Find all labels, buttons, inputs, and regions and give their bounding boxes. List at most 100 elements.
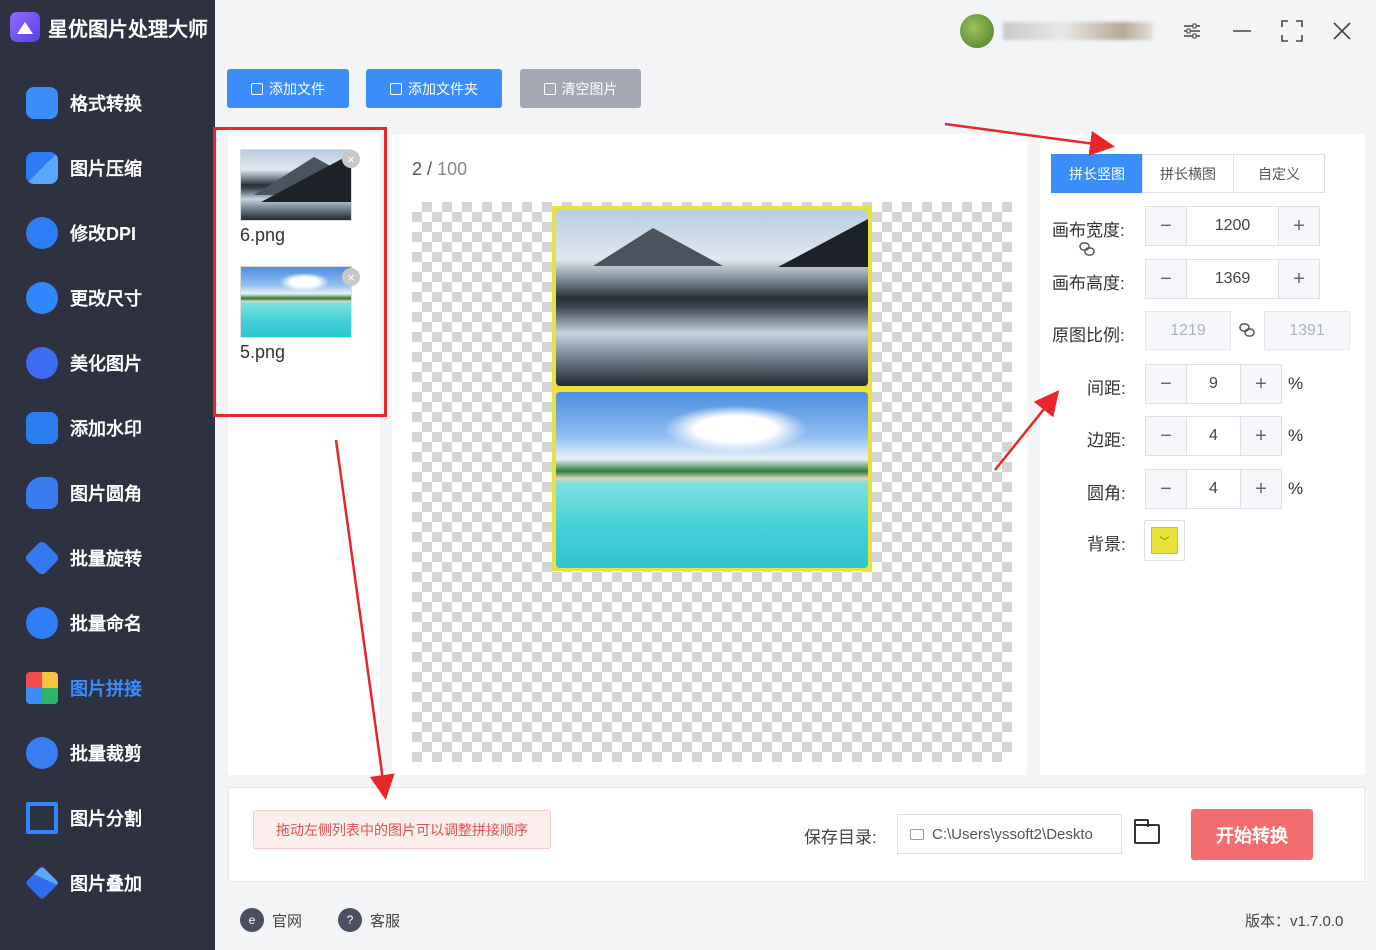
save-path-text: C:\Users\yssoft2\Deskto [932, 825, 1093, 843]
compress-icon [26, 151, 58, 184]
page-separator: / [427, 159, 433, 179]
background-color-picker[interactable]: ﹀ [1144, 520, 1185, 561]
sidebar-item-label: 更改尺寸 [70, 288, 142, 309]
increment-button[interactable]: + [1241, 365, 1281, 403]
margin-label: 边距: [1087, 431, 1126, 450]
margin-value[interactable]: 4 [1186, 417, 1241, 455]
radius-unit: % [1288, 479, 1304, 498]
increment-button[interactable]: + [1279, 260, 1319, 298]
canvas-width-stepper: − 1200 + [1145, 206, 1320, 246]
spacing-label: 间距: [1087, 379, 1126, 398]
reorder-hint: 拖动左侧列表中的图片可以调整拼接顺序 [253, 810, 551, 849]
sidebar-item-label: 批量命名 [70, 613, 142, 634]
sidebar-nav: 格式转换 图片压缩 修改DPI 更改尺寸 美化图片 添加水印 图片圆角 批量旋转… [0, 70, 215, 915]
add-file-button[interactable]: 添加文件 [227, 69, 349, 108]
tab-vertical[interactable]: 拼长竖图 [1051, 154, 1143, 193]
clear-images-label: 清空图片 [561, 80, 618, 97]
add-folder-label: 添加文件夹 [408, 80, 478, 97]
file-icon [251, 82, 263, 95]
app-logo-icon [10, 12, 40, 42]
chevron-down-icon: ﹀ [1151, 527, 1178, 554]
link-icon[interactable] [1078, 240, 1096, 262]
clear-images-button[interactable]: 清空图片 [520, 69, 641, 108]
decrement-button[interactable]: − [1146, 207, 1186, 245]
annotation-highlight-box [213, 127, 387, 417]
page-current: 2 [412, 159, 423, 179]
sidebar-item-label: 添加水印 [70, 418, 142, 439]
decrement-button[interactable]: − [1146, 470, 1186, 508]
sidebar-item-rename[interactable]: 批量命名 [0, 590, 215, 655]
tab-custom[interactable]: 自定义 [1233, 154, 1325, 193]
trash-icon [543, 82, 556, 95]
canvas-height-stepper: − 1369 + [1145, 259, 1320, 299]
sidebar-item-rotate[interactable]: 批量旋转 [0, 525, 215, 590]
sidebar-item-label: 批量裁剪 [70, 743, 142, 764]
decrement-button[interactable]: − [1146, 417, 1186, 455]
sidebar-item-split[interactable]: 图片分割 [0, 785, 215, 850]
margin-unit: % [1288, 426, 1304, 445]
sidebar-item-label: 格式转换 [70, 93, 142, 114]
radius-value[interactable]: 4 [1186, 470, 1241, 508]
ratio-link-icon[interactable] [1238, 321, 1256, 343]
support-label: 客服 [370, 912, 401, 930]
tab-horizontal[interactable]: 拼长横图 [1142, 154, 1234, 193]
ratio-height-field: 1391 [1264, 311, 1350, 350]
spacing-unit: % [1288, 374, 1304, 393]
sidebar-item-beautify[interactable]: 美化图片 [0, 330, 215, 395]
crop-icon [26, 736, 58, 769]
radius-stepper: − 4 + [1145, 469, 1282, 509]
browse-folder-icon[interactable] [1134, 819, 1160, 844]
overlay-icon [25, 865, 59, 900]
save-path-input[interactable]: C:\Users\yssoft2\Deskto [897, 814, 1122, 854]
page-total: 100 [437, 159, 468, 179]
radius-label: 圆角: [1087, 484, 1126, 503]
add-folder-button[interactable]: 添加文件夹 [366, 69, 502, 108]
sidebar-item-watermark[interactable]: 添加水印 [0, 395, 215, 460]
canvas-height-value[interactable]: 1369 [1186, 260, 1279, 298]
support-link[interactable]: ? 客服 [338, 908, 400, 932]
resize-icon [26, 281, 58, 314]
beautify-icon [26, 346, 58, 379]
sidebar-item-label: 图片分割 [70, 808, 142, 829]
sidebar-item-stitch[interactable]: 图片拼接 [0, 655, 215, 720]
app-title-text: 星优图片处理大师 [48, 18, 208, 41]
maximize-icon[interactable] [1277, 16, 1307, 46]
decrement-button[interactable]: − [1146, 365, 1186, 403]
close-icon[interactable] [1327, 16, 1357, 46]
canvas-width-value[interactable]: 1200 [1186, 207, 1279, 245]
sidebar-item-label: 图片叠加 [70, 873, 142, 894]
sidebar-item-crop[interactable]: 批量裁剪 [0, 720, 215, 785]
sidebar-item-format-convert[interactable]: 格式转换 [0, 70, 215, 135]
sidebar-item-label: 图片压缩 [70, 158, 142, 179]
save-dir-label: 保存目录: [804, 828, 877, 847]
stitched-collage [552, 206, 872, 571]
sidebar-item-resize[interactable]: 更改尺寸 [0, 265, 215, 330]
website-link[interactable]: e 官网 [240, 908, 302, 932]
folder-icon [390, 82, 402, 95]
avatar[interactable] [960, 14, 994, 48]
sidebar-item-round-corner[interactable]: 图片圆角 [0, 460, 215, 525]
page-counter: 2 / 100 [412, 159, 467, 180]
spacing-value[interactable]: 9 [1186, 365, 1241, 403]
format-convert-icon [26, 86, 58, 119]
website-label: 官网 [272, 912, 303, 930]
dpi-icon [26, 216, 58, 249]
sidebar-item-compress[interactable]: 图片压缩 [0, 135, 215, 200]
canvas-height-label: 画布高度: [1052, 274, 1125, 293]
decrement-button[interactable]: − [1146, 260, 1186, 298]
username-blurred[interactable] [1003, 22, 1153, 40]
settings-sliders-icon[interactable] [1177, 16, 1207, 46]
support-chat-icon: ? [338, 908, 362, 932]
sidebar-item-overlay[interactable]: 图片叠加 [0, 850, 215, 915]
minimize-icon[interactable] [1227, 16, 1257, 46]
sidebar: 星优图片处理大师 格式转换 图片压缩 修改DPI 更改尺寸 美化图片 添加水印 … [0, 0, 215, 950]
sidebar-item-label: 批量旋转 [70, 548, 142, 569]
round-corner-icon [26, 476, 58, 509]
increment-button[interactable]: + [1241, 417, 1281, 455]
increment-button[interactable]: + [1241, 470, 1281, 508]
split-icon [26, 801, 58, 834]
margin-stepper: − 4 + [1145, 416, 1282, 456]
sidebar-item-dpi[interactable]: 修改DPI [0, 200, 215, 265]
increment-button[interactable]: + [1279, 207, 1319, 245]
start-convert-button[interactable]: 开始转换 [1191, 809, 1313, 860]
